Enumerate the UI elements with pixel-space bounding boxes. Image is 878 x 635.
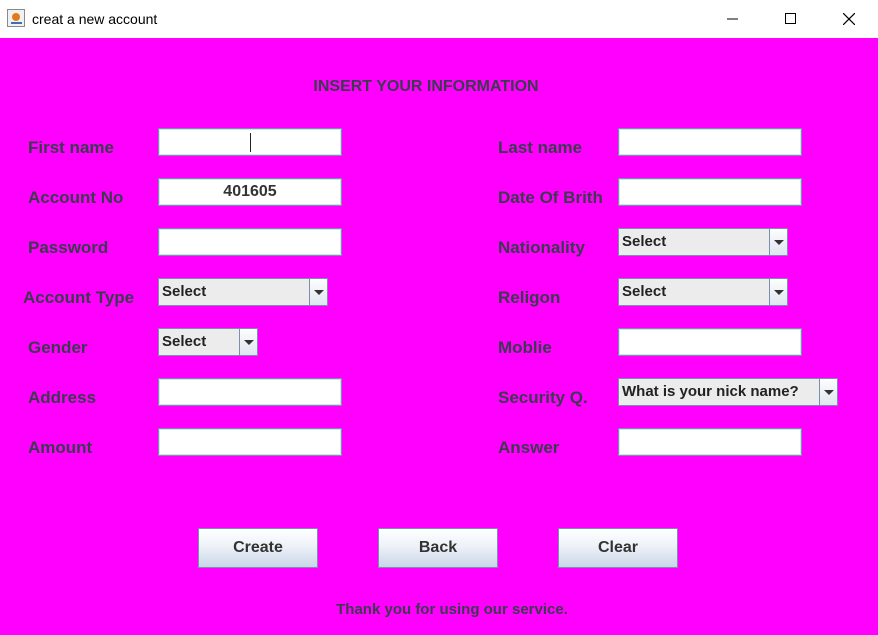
account-type-select[interactable]: Select xyxy=(158,278,328,306)
religion-select[interactable]: Select xyxy=(618,278,788,306)
security-question-value: What is your nick name? xyxy=(622,383,799,400)
password-label: Password xyxy=(28,238,109,257)
answer-input[interactable] xyxy=(618,428,802,456)
account-no-input[interactable]: 401605 xyxy=(158,178,342,206)
form-panel: INSERT YOUR INFORMATION First name Accou… xyxy=(0,38,878,635)
chevron-down-icon[interactable] xyxy=(769,229,787,255)
amount-label: Amount xyxy=(28,438,93,457)
address-label: Address xyxy=(28,388,97,407)
clear-button[interactable]: Clear xyxy=(558,528,678,568)
maximize-button[interactable] xyxy=(762,0,820,38)
religion-label: Religon xyxy=(498,288,561,307)
close-button[interactable] xyxy=(820,0,878,38)
page-title: INSERT YOUR INFORMATION xyxy=(313,78,539,95)
maximize-icon xyxy=(785,13,796,24)
password-input[interactable] xyxy=(158,228,342,256)
chevron-down-icon[interactable] xyxy=(239,329,257,355)
address-input[interactable] xyxy=(158,378,342,406)
account-no-value: 401605 xyxy=(223,183,277,200)
security-question-select[interactable]: What is your nick name? xyxy=(618,378,838,406)
text-caret xyxy=(250,133,251,152)
security-question-label: Security Q. xyxy=(498,388,588,407)
title-bar: creat a new account xyxy=(0,0,878,38)
create-button[interactable]: Create xyxy=(198,528,318,568)
gender-label: Gender xyxy=(28,338,88,357)
first-name-input[interactable] xyxy=(158,128,342,156)
chevron-down-icon[interactable] xyxy=(309,279,327,305)
account-type-label: Account Type xyxy=(23,288,135,307)
close-icon xyxy=(843,13,855,25)
chevron-down-icon[interactable] xyxy=(769,279,787,305)
first-name-label: First name xyxy=(28,138,114,157)
nationality-label: Nationality xyxy=(498,238,585,257)
amount-input[interactable] xyxy=(158,428,342,456)
mobile-input[interactable] xyxy=(618,328,802,356)
account-type-value: Select xyxy=(162,283,207,300)
java-cup-icon xyxy=(7,9,25,27)
date-of-birth-label: Date Of Brith xyxy=(498,188,603,207)
minimize-icon xyxy=(727,18,738,20)
back-button[interactable]: Back xyxy=(378,528,498,568)
minimize-button[interactable] xyxy=(704,0,762,38)
nationality-select[interactable]: Select xyxy=(618,228,788,256)
date-of-birth-input[interactable] xyxy=(618,178,802,206)
last-name-label: Last name xyxy=(498,138,583,157)
gender-select[interactable]: Select xyxy=(158,328,258,356)
religion-value: Select xyxy=(622,283,667,300)
answer-label: Answer xyxy=(498,438,560,457)
account-no-label: Account No xyxy=(28,188,124,207)
chevron-down-icon[interactable] xyxy=(819,379,837,405)
nationality-value: Select xyxy=(622,233,667,250)
mobile-label: Moblie xyxy=(498,338,552,357)
last-name-input[interactable] xyxy=(618,128,802,156)
window-title: creat a new account xyxy=(32,11,158,27)
footer-message: Thank you for using our service. xyxy=(336,601,568,618)
gender-value: Select xyxy=(162,333,207,350)
